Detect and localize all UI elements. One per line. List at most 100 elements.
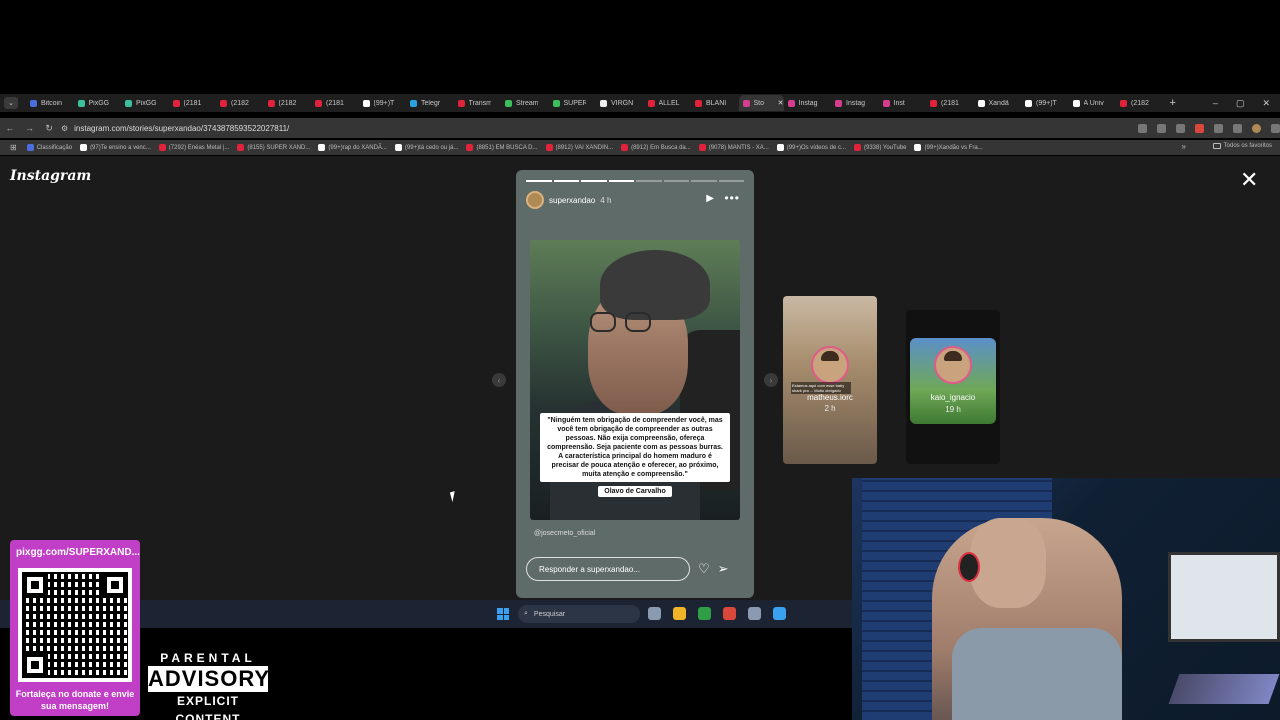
browser-tab[interactable]: (2182 — [264, 95, 312, 111]
tab-favicon-icon — [30, 99, 37, 107]
send-icon[interactable]: ➢ — [718, 561, 729, 577]
bookmark-favicon-icon — [80, 144, 88, 151]
more-options-icon[interactable]: ••• — [724, 191, 740, 205]
story-avatar[interactable] — [526, 191, 544, 209]
active-story[interactable]: superxandao 4 h ▶ ••• "Ninguém tem obrig… — [516, 170, 754, 598]
tab-label: (2181 — [183, 99, 202, 107]
tab-label: PixGG — [88, 99, 110, 107]
browser-tab[interactable]: (2181 — [311, 95, 359, 111]
browser-tab[interactable]: BLANI — [691, 95, 739, 111]
bookmark-item[interactable]: (8912) VAI XANDIN... — [545, 144, 613, 151]
bookmark-item[interactable]: (9078) MANTIS - XA... — [698, 144, 769, 151]
browser-tab[interactable]: Transm — [454, 95, 502, 111]
bookmark-item[interactable]: (8155) SUPER XAND... — [237, 144, 310, 151]
browser-tab[interactable]: Xandã — [974, 95, 1022, 111]
browser-tab[interactable]: SUPER — [549, 95, 597, 111]
bookmarks-more-button[interactable]: » — [1182, 142, 1186, 151]
webcam-monitor — [1168, 552, 1280, 642]
bookmark-item[interactable]: Classificação — [26, 144, 72, 151]
bookmark-item[interactable]: (99+)rap do XANDÃ... — [318, 144, 387, 151]
browser-tab[interactable]: Instag — [784, 95, 832, 111]
tab-label: (99+)T — [1036, 99, 1057, 107]
bookmark-item[interactable]: (8912) Em Busca da... — [621, 144, 691, 151]
profile-avatar[interactable] — [1252, 123, 1262, 133]
taskbar-app-icon[interactable] — [673, 607, 686, 620]
site-settings-icon[interactable]: ⚙ — [61, 124, 68, 133]
browser-tab[interactable]: Bitcoin — [26, 95, 74, 111]
browser-tab[interactable]: PixGG — [121, 95, 169, 111]
story-username[interactable]: superxandao — [549, 196, 595, 205]
bookmark-item[interactable]: (99+)Os vídeos de c... — [776, 144, 846, 151]
taskbar-app-icon[interactable] — [773, 607, 786, 620]
bookmark-item[interactable]: (9338) YouTube — [854, 144, 906, 151]
taskbar-search[interactable]: ⌕ Pesquisar — [518, 605, 640, 623]
bookmark-favicon-icon — [237, 144, 245, 151]
close-story-button[interactable]: ✕ — [1240, 169, 1258, 191]
bookmark-item[interactable]: (97)Te ensino a venc... — [80, 144, 151, 151]
tab-favicon-icon — [977, 99, 985, 107]
taskbar-app-icon[interactable] — [723, 607, 736, 620]
apps-grid-icon[interactable]: ⊞ — [10, 143, 17, 152]
browser-tab[interactable]: (2182 — [1116, 95, 1164, 111]
browser-tab[interactable]: PixGG — [74, 95, 122, 111]
menu-icon[interactable] — [1271, 123, 1280, 133]
tab-label: Inst — [893, 99, 905, 107]
taskbar-app-icon[interactable] — [698, 607, 711, 620]
browser-tab[interactable]: Telegr — [406, 95, 454, 111]
cast-icon[interactable] — [1138, 123, 1148, 133]
url-field[interactable]: ⚙ instagram.com/stories/superxandao/3743… — [61, 120, 1132, 136]
taskbar-app-icon[interactable] — [748, 607, 761, 620]
browser-tab[interactable]: (2181 — [926, 95, 974, 111]
close-window-button[interactable]: ✕ — [1262, 98, 1270, 109]
tab-close-icon[interactable]: ✕ — [778, 99, 784, 107]
bookmark-item[interactable]: (99+)Xandão vs Fra... — [914, 144, 983, 151]
instagram-logo[interactable]: Instagram — [10, 168, 91, 184]
browser-tab[interactable]: VIRGN — [596, 95, 644, 111]
back-button[interactable]: ← — [0, 123, 20, 133]
extensions-puzzle-icon[interactable] — [1214, 123, 1224, 133]
browser-tab[interactable]: Inst — [879, 95, 927, 111]
new-tab-button[interactable]: + — [1170, 97, 1176, 109]
address-bar: ← → ↻ ⚙ instagram.com/stories/superxanda… — [0, 118, 1280, 138]
browser-tab[interactable]: Stream — [501, 95, 549, 111]
all-bookmarks-folder[interactable]: Todos os favoritos — [1212, 143, 1272, 149]
next-story-kaio[interactable]: kaio_ignacio 19 h — [906, 310, 1000, 464]
browser-tab[interactable]: (99+)T — [1021, 95, 1069, 111]
progress-segment — [553, 180, 579, 182]
forward-button[interactable]: → — [20, 123, 40, 133]
star-icon[interactable] — [1176, 123, 1186, 133]
play-icon[interactable]: ▶ — [706, 193, 714, 204]
bookmark-item[interactable]: (7292) Enéas Metal |... — [158, 144, 229, 151]
next-story-arrow[interactable]: › — [764, 373, 778, 387]
next-story-matheus[interactable]: Estamos aqui com esse baby shark pra ...… — [783, 296, 877, 464]
reply-input[interactable]: Responder a superxandao... — [526, 557, 690, 581]
browser-tab[interactable]: A Úniv — [1069, 95, 1117, 111]
bookmark-item[interactable]: (99+)tá cedo ou já... — [394, 144, 458, 151]
extension-icon[interactable] — [1195, 123, 1205, 133]
browser-tab[interactable]: Sto ✕ — [738, 95, 784, 111]
reload-button[interactable]: ↻ — [39, 123, 59, 134]
browser-tab[interactable]: ALLEL — [644, 95, 692, 111]
tab-label: (2182 — [1131, 99, 1149, 107]
tab-list-button[interactable]: ⌄ — [4, 97, 18, 109]
story-credit: @josecrneto_oficial — [534, 530, 596, 537]
tab-label: (2181 — [941, 99, 959, 107]
next-story-name: matheus.iorc — [807, 393, 853, 402]
tab-bar: ⌄ Bitcoin PixGG PixGG (2181 (2182 (2182 (2181 (… — [0, 94, 1280, 112]
toolbar-icons — [1138, 123, 1280, 133]
minimize-button[interactable]: – — [1213, 98, 1218, 108]
browser-tab[interactable]: (2181 — [169, 95, 217, 111]
taskbar-app-icon[interactable] — [648, 607, 661, 620]
windows-start-icon[interactable] — [497, 608, 509, 620]
browser-tab[interactable]: (2182 — [216, 95, 264, 111]
bookmark-label: (8912) Em Busca da... — [631, 144, 691, 151]
browser-tab[interactable]: Instag — [831, 95, 879, 111]
prev-story-arrow[interactable]: ‹ — [492, 373, 506, 387]
zoom-icon[interactable] — [1157, 123, 1167, 133]
heart-icon[interactable]: ♡ — [698, 561, 710, 577]
bookmark-item[interactable]: (8851) EM BUSCA D... — [466, 144, 538, 151]
progress-segment — [691, 180, 717, 182]
media-icon[interactable] — [1233, 123, 1243, 133]
browser-tab[interactable]: (99+)T — [359, 95, 407, 111]
maximize-button[interactable]: ▢ — [1236, 98, 1245, 109]
